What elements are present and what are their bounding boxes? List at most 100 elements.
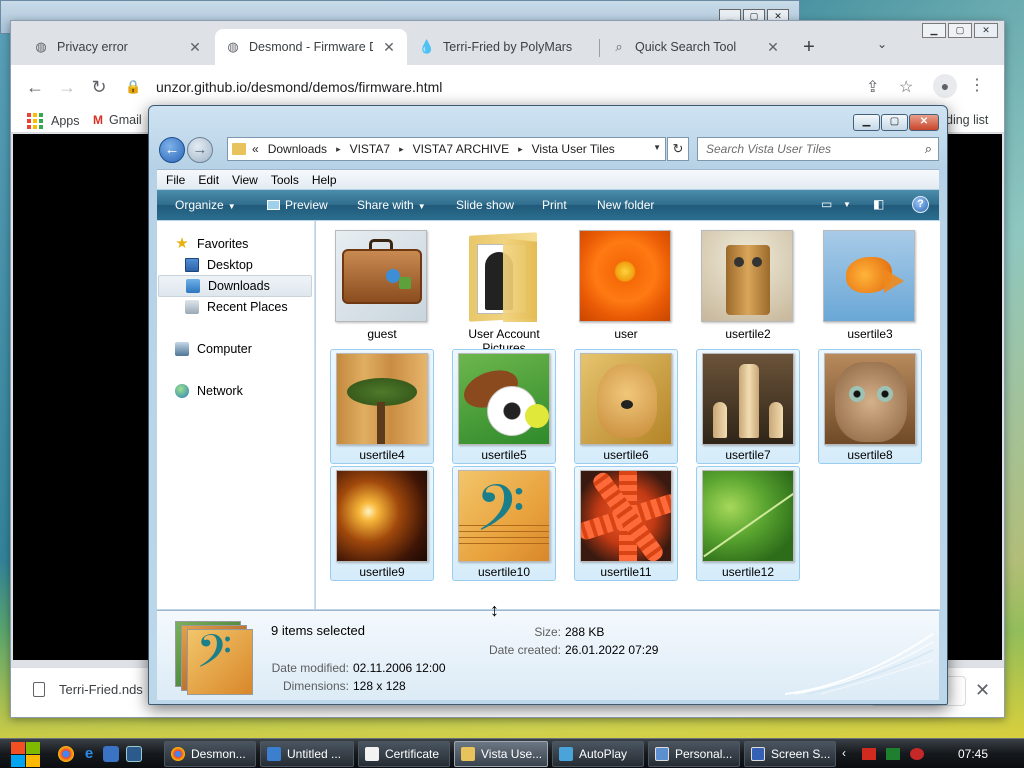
chevron-right-icon[interactable]: ▸ <box>399 144 404 155</box>
taskbar-item-chrome[interactable]: Desmon... <box>164 741 256 767</box>
show-desktop-icon[interactable] <box>103 746 119 762</box>
maximize-icon[interactable]: ▢ <box>881 114 908 131</box>
back-arrow-icon[interactable]: ← <box>21 73 49 101</box>
search-icon[interactable]: ⌕ <box>925 141 932 157</box>
nav-item-recent-places[interactable]: Recent Places <box>185 296 288 318</box>
breadcrumb-downloads[interactable]: Downloads <box>268 142 327 156</box>
file-tile-guest[interactable]: guest <box>330 227 434 342</box>
close-icon[interactable]: ✕ <box>974 23 998 38</box>
tab-privacy-error[interactable]: ◍ Privacy error ✕ <box>23 29 213 65</box>
file-tile-user[interactable]: user <box>574 227 678 342</box>
tab-desmond-firmware[interactable]: ◍ Desmond - Firmware D ✕ <box>215 29 407 65</box>
flag-icon[interactable] <box>862 748 876 760</box>
breadcrumb-vista7[interactable]: VISTA7 <box>350 142 390 156</box>
taskbar-item-certificate[interactable]: Certificate <box>358 741 450 767</box>
taskbar-item-vista-user-tiles[interactable]: Vista Use... <box>454 741 548 767</box>
file-tile-user-account-pictures[interactable]: User Account Pictures <box>452 227 556 355</box>
back-arrow-icon[interactable]: ← <box>159 137 185 163</box>
volume-icon[interactable] <box>910 748 924 760</box>
close-icon[interactable]: ✕ <box>975 680 990 701</box>
chevron-down-icon[interactable]: ▼ <box>653 143 661 152</box>
reload-icon[interactable]: ↻ <box>85 73 113 101</box>
new-folder-button[interactable]: New folder <box>597 198 654 212</box>
bookmark-star-icon[interactable]: ☆ <box>899 77 913 97</box>
share-with-button[interactable]: Share with ▼ <box>357 198 426 212</box>
lock-icon[interactable]: 🔒 <box>125 79 141 95</box>
search-input[interactable] <box>698 138 908 160</box>
file-tile-usertile11[interactable]: usertile11 <box>574 466 678 581</box>
nav-item-favorites[interactable]: ★ Favorites <box>175 233 248 255</box>
chrome-icon[interactable] <box>58 746 74 762</box>
print-button[interactable]: Print <box>542 198 567 212</box>
bookmark-apps[interactable]: Apps <box>27 113 80 129</box>
file-tile-usertile7[interactable]: usertile7 <box>696 349 800 464</box>
breadcrumb[interactable]: « Downloads ▸ VISTA7 ▸ VISTA7 ARCHIVE ▸ … <box>227 137 666 161</box>
chevron-right-icon[interactable]: ▸ <box>336 144 341 155</box>
breadcrumb-overflow[interactable]: « <box>252 142 259 156</box>
menu-tools[interactable]: Tools <box>271 173 299 187</box>
file-list[interactable]: guest User Account Pictures user usertil… <box>316 221 940 609</box>
chevron-left-icon[interactable]: ‹ <box>842 746 846 760</box>
internet-explorer-icon[interactable]: e <box>81 746 97 762</box>
breadcrumb-vista7-archive[interactable]: VISTA7 ARCHIVE <box>413 142 509 156</box>
close-icon[interactable]: ✕ <box>765 39 781 56</box>
minimize-icon[interactable]: ▁ <box>922 23 946 38</box>
profile-avatar-icon[interactable]: ● <box>933 74 957 98</box>
slide-show-button[interactable]: Slide show <box>456 198 514 212</box>
bookmark-gmail[interactable]: M Gmail <box>93 113 142 127</box>
tab-quick-search-tool[interactable]: ⌕ Quick Search Tool ✕ <box>601 29 791 65</box>
tab-search-button[interactable]: ⌄ <box>877 37 887 51</box>
network-tray-icon[interactable] <box>886 748 900 760</box>
preview-pane-icon[interactable]: ◧ <box>873 197 884 211</box>
file-tile-usertile2[interactable]: usertile2 <box>696 227 800 342</box>
file-tile-usertile4[interactable]: usertile4 <box>330 349 434 464</box>
close-icon[interactable]: ✕ <box>909 114 939 131</box>
chevron-down-icon[interactable]: ▼ <box>843 200 851 209</box>
address-bar[interactable]: 🔒 unzor.github.io/desmond/demos/firmware… <box>121 71 913 103</box>
taskbar-item-autoplay[interactable]: AutoPlay <box>552 741 644 767</box>
refresh-icon[interactable]: ↻ <box>667 137 689 161</box>
maximize-icon[interactable]: ▢ <box>948 23 972 38</box>
download-item[interactable]: Terri-Fried.nds <box>33 682 143 697</box>
breadcrumb-vista-user-tiles[interactable]: Vista User Tiles <box>532 142 615 156</box>
views-icon[interactable]: ▭ <box>821 197 832 211</box>
start-button[interactable] <box>8 740 42 768</box>
url-text[interactable]: unzor.github.io/desmond/demos/firmware.h… <box>156 79 442 95</box>
kebab-menu-icon[interactable]: ⋮ <box>969 75 985 95</box>
new-tab-button[interactable]: + <box>797 35 821 59</box>
help-icon[interactable]: ? <box>912 196 929 213</box>
organize-button[interactable]: Organize ▼ <box>175 198 236 212</box>
file-tile-usertile9[interactable]: usertile9 <box>330 466 434 581</box>
file-tile-usertile5[interactable]: usertile5 <box>452 349 556 464</box>
nav-item-desktop[interactable]: Desktop <box>185 254 253 276</box>
nav-item-computer[interactable]: Computer <box>175 338 252 360</box>
taskbar-item-personalize[interactable]: Personal... <box>648 741 740 767</box>
menu-help[interactable]: Help <box>312 173 337 187</box>
bookmark-reading-list[interactable]: ding list <box>946 113 988 127</box>
minimize-icon[interactable]: ▁ <box>853 114 880 131</box>
clock[interactable]: 07:45 <box>958 747 988 761</box>
close-icon[interactable]: ✕ <box>187 39 203 56</box>
menu-view[interactable]: View <box>232 173 258 187</box>
taskbar-item-paint[interactable]: Untitled ... <box>260 741 354 767</box>
nav-item-downloads[interactable]: Downloads <box>158 275 312 297</box>
chevron-right-icon[interactable]: ▸ <box>518 144 523 155</box>
menu-file[interactable]: File <box>166 173 185 187</box>
search-box[interactable]: ⌕ <box>697 137 939 161</box>
file-name: guest <box>367 327 397 341</box>
file-tile-usertile3[interactable]: usertile3 <box>818 227 922 342</box>
file-tile-usertile6[interactable]: usertile6 <box>574 349 678 464</box>
menu-edit[interactable]: Edit <box>198 173 219 187</box>
file-tile-usertile10[interactable]: 𝄢 usertile10 <box>452 466 556 581</box>
forward-arrow-icon[interactable]: → <box>187 137 213 163</box>
share-icon[interactable]: ⇪ <box>866 77 879 97</box>
nav-item-network[interactable]: Network <box>175 380 243 402</box>
taskbar-item-screen-saver[interactable]: Screen S... <box>744 741 836 767</box>
file-tile-usertile12[interactable]: usertile12 <box>696 466 800 581</box>
file-tile-usertile8[interactable]: usertile8 <box>818 349 922 464</box>
forward-arrow-icon[interactable]: → <box>53 73 81 101</box>
close-icon[interactable]: ✕ <box>381 39 397 56</box>
tab-terri-fried[interactable]: 💧 Terri-Fried by PolyMars <box>409 29 597 65</box>
preview-button[interactable]: Preview <box>267 198 328 212</box>
switch-windows-icon[interactable] <box>126 746 142 762</box>
